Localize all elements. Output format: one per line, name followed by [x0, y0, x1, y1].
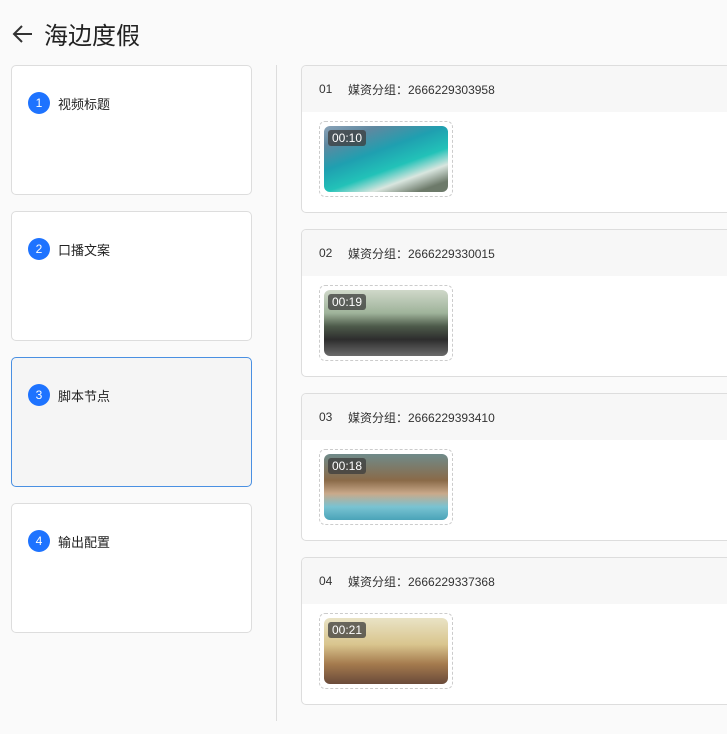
node-index: 04 — [319, 574, 333, 588]
node-group: 媒资分组：2666229303958 — [348, 82, 495, 97]
node-group: 媒资分组：2666229337368 — [348, 574, 495, 589]
step-label: 口播文案 — [58, 242, 111, 258]
video-thumbnail[interactable]: 00:18 — [319, 449, 453, 525]
video-thumbnail[interactable]: 00:10 — [319, 121, 453, 197]
video-thumbnail[interactable]: 00:21 — [319, 613, 453, 689]
step-output-config[interactable]: 4 输出配置 — [11, 503, 252, 633]
step-video-title[interactable]: 1 视频标题 — [11, 65, 252, 195]
script-node: 03 媒资分组：2666229393410 00:18 — [301, 393, 727, 541]
page-header: 海边度假 — [12, 16, 140, 51]
back-arrow-icon[interactable] — [12, 23, 34, 45]
script-node: 02 媒资分组：2666229330015 00:19 — [301, 229, 727, 377]
step-voiceover[interactable]: 2 口播文案 — [11, 211, 252, 341]
node-index: 01 — [319, 82, 333, 96]
node-index: 03 — [319, 410, 333, 424]
node-group: 媒资分组：2666229393410 — [348, 410, 495, 425]
step-number: 2 — [28, 238, 50, 260]
video-duration: 00:10 — [328, 130, 367, 146]
video-thumbnail[interactable]: 00:19 — [319, 285, 453, 361]
page-title: 海边度假 — [44, 23, 140, 50]
video-duration: 00:19 — [328, 294, 367, 310]
step-number: 3 — [28, 384, 50, 406]
video-duration: 00:18 — [328, 458, 367, 474]
step-number: 4 — [28, 530, 50, 552]
divider — [276, 65, 277, 721]
step-script-nodes[interactable]: 3 脚本节点 — [11, 357, 252, 487]
video-duration: 00:21 — [328, 622, 367, 638]
step-label: 视频标题 — [58, 96, 111, 112]
step-label: 输出配置 — [58, 534, 111, 550]
script-node: 04 媒资分组：2666229337368 00:21 — [301, 557, 727, 705]
node-group: 媒资分组：2666229330015 — [348, 246, 495, 261]
step-number: 1 — [28, 92, 50, 114]
step-label: 脚本节点 — [58, 388, 111, 404]
node-index: 02 — [319, 246, 333, 260]
script-node: 01 媒资分组：2666229303958 00:10 — [301, 65, 727, 213]
